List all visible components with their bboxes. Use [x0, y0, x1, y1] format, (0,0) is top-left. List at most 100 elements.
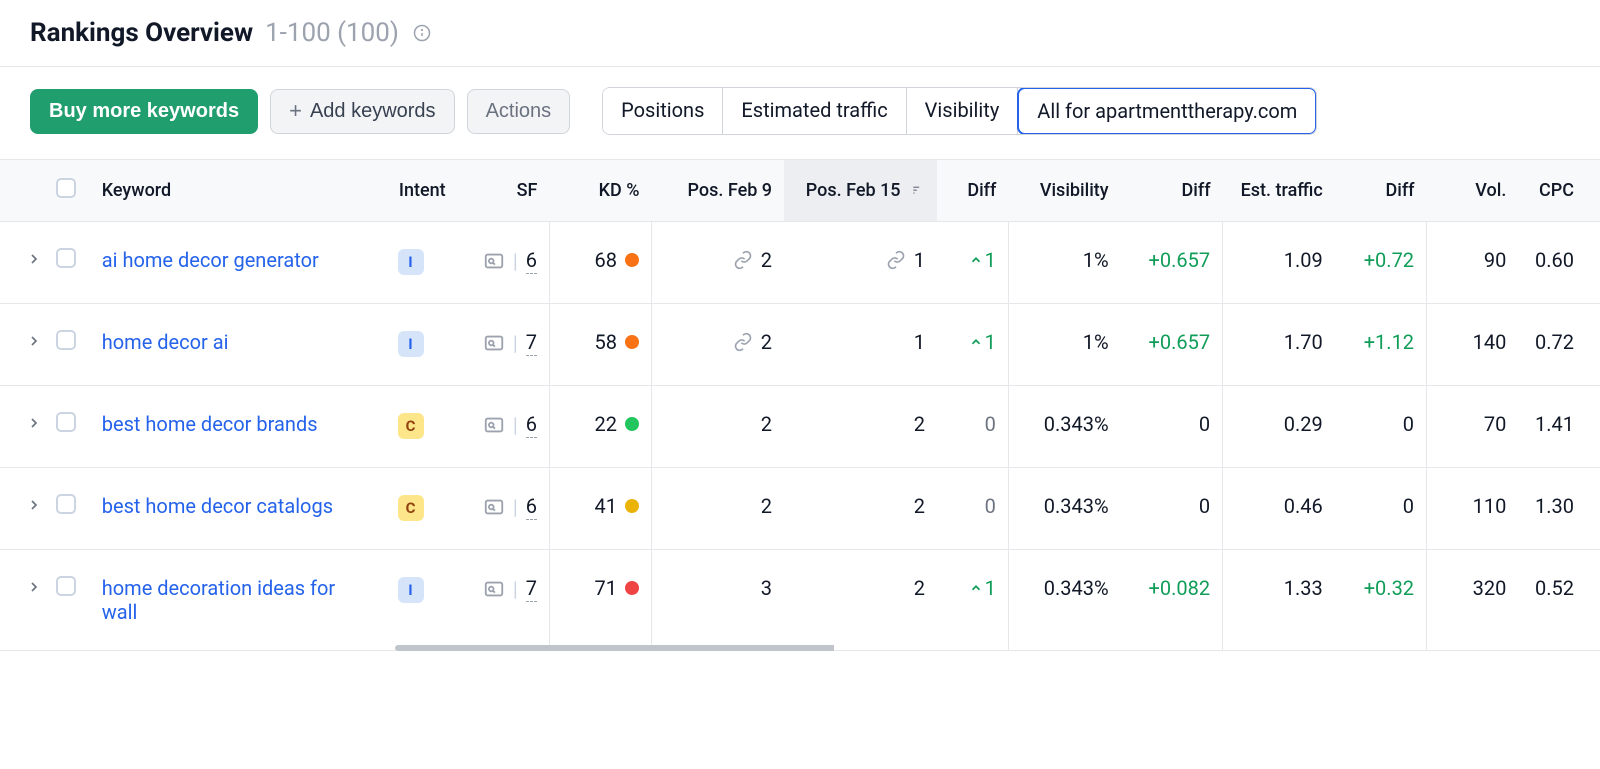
tab-positions[interactable]: Positions [603, 88, 723, 134]
table-header-row: Keyword Intent SF KD % Pos. Feb 9 Pos. F… [0, 160, 1600, 222]
cpc-value: 1.41 [1518, 386, 1600, 468]
volume-value: 70 [1427, 386, 1519, 468]
keyword-link[interactable]: home decoration ideas for wall [102, 576, 362, 624]
row-checkbox[interactable] [56, 494, 76, 514]
col-select-all [43, 160, 90, 222]
serp-features[interactable]: |7 [483, 330, 537, 356]
col-sf[interactable]: SF [458, 160, 550, 222]
visibility-value: 0.343% [1008, 468, 1120, 550]
kd-dot-icon [625, 499, 639, 513]
col-diff-pos[interactable]: Diff [937, 160, 1008, 222]
visibility-diff: 0 [1121, 468, 1223, 550]
traffic-value: 1.33 [1223, 550, 1335, 651]
sf-count: 6 [526, 248, 537, 274]
link-icon [733, 332, 753, 352]
info-icon[interactable] [413, 24, 431, 42]
col-pos-feb-15[interactable]: Pos. Feb 15 [784, 160, 937, 222]
kd-dot-icon [625, 417, 639, 431]
serp-features[interactable]: |6 [483, 494, 537, 520]
col-diff-vis[interactable]: Diff [1121, 160, 1223, 222]
col-expand [0, 160, 43, 222]
pos-feb-9-value: 2 [761, 494, 772, 518]
kd-value: 68 [594, 248, 638, 272]
visibility-value: 1% [1008, 304, 1120, 386]
intent-badge: C [398, 413, 424, 439]
pos-feb-9-value: 3 [761, 576, 772, 600]
buy-more-keywords-button[interactable]: Buy more keywords [30, 89, 258, 134]
col-pos-feb-9[interactable]: Pos. Feb 9 [651, 160, 784, 222]
serp-preview-icon [483, 578, 505, 600]
row-checkbox[interactable] [56, 576, 76, 596]
serp-preview-icon [483, 414, 505, 436]
col-pos-feb-15-label: Pos. Feb 15 [806, 180, 901, 201]
keyword-link[interactable]: best home decor catalogs [102, 494, 333, 518]
traffic-value: 0.29 [1223, 386, 1335, 468]
kd-dot-icon [625, 253, 639, 267]
expand-row-icon[interactable] [26, 415, 42, 431]
traffic-diff: +1.12 [1335, 304, 1427, 386]
expand-row-icon[interactable] [26, 251, 42, 267]
keyword-link[interactable]: best home decor brands [102, 412, 318, 436]
cpc-value: 1.30 [1518, 468, 1600, 550]
traffic-diff: 0 [1335, 468, 1427, 550]
toolbar: Buy more keywords + Add keywords Actions… [0, 67, 1600, 159]
pos-feb-15-value: 2 [914, 576, 925, 600]
row-checkbox[interactable] [56, 412, 76, 432]
serp-features[interactable]: |6 [483, 248, 537, 274]
traffic-value: 1.70 [1223, 304, 1335, 386]
tab-visibility[interactable]: Visibility [907, 88, 1019, 134]
col-volume[interactable]: Vol. [1427, 160, 1519, 222]
volume-value: 140 [1427, 304, 1519, 386]
table-row: ai home decor generatorI|668 2 111%+0.65… [0, 222, 1600, 304]
col-est-traffic[interactable]: Est. traffic [1223, 160, 1335, 222]
traffic-diff: +0.72 [1335, 222, 1427, 304]
keyword-link[interactable]: home decor ai [102, 330, 229, 354]
kd-dot-icon [625, 581, 639, 595]
sf-count: 7 [526, 576, 537, 602]
visibility-diff: +0.082 [1121, 550, 1223, 651]
select-all-checkbox[interactable] [56, 178, 76, 198]
pos-feb-15-value: 2 [914, 412, 925, 436]
view-segmented-control: Positions Estimated traffic Visibility A… [602, 87, 1317, 135]
row-checkbox[interactable] [56, 330, 76, 350]
kd-value: 22 [594, 412, 638, 436]
serp-preview-icon [483, 496, 505, 518]
diff-value: 0 [985, 494, 996, 518]
serp-features[interactable]: |6 [483, 412, 537, 438]
visibility-diff: +0.657 [1121, 222, 1223, 304]
row-checkbox[interactable] [56, 248, 76, 268]
sf-count: 6 [526, 494, 537, 520]
expand-row-icon[interactable] [26, 333, 42, 349]
col-kd[interactable]: KD % [549, 160, 651, 222]
col-visibility[interactable]: Visibility [1008, 160, 1120, 222]
add-keywords-button[interactable]: + Add keywords [270, 89, 454, 134]
rankings-table: Keyword Intent SF KD % Pos. Feb 9 Pos. F… [0, 159, 1600, 651]
traffic-diff: +0.32 [1335, 550, 1427, 651]
sf-count: 6 [526, 412, 537, 438]
pos-feb-9-value: 2 [733, 248, 772, 272]
actions-button[interactable]: Actions [467, 89, 571, 134]
expand-row-icon[interactable] [26, 579, 42, 595]
expand-row-icon[interactable] [26, 497, 42, 513]
keyword-link[interactable]: ai home decor generator [102, 248, 319, 272]
col-cpc[interactable]: CPC [1518, 160, 1600, 222]
visibility-diff: 0 [1121, 386, 1223, 468]
table-row: best home decor brandsC|622 2 200.343%00… [0, 386, 1600, 468]
intent-badge: I [398, 577, 424, 603]
kd-dot-icon [625, 335, 639, 349]
col-intent[interactable]: Intent [386, 160, 458, 222]
visibility-value: 1% [1008, 222, 1120, 304]
diff-value: 0 [985, 412, 996, 436]
sf-count: 7 [526, 330, 537, 356]
header-bar: Rankings Overview 1-100 (100) [0, 0, 1600, 67]
col-diff-traffic[interactable]: Diff [1335, 160, 1427, 222]
visibility-value: 0.343% [1008, 550, 1120, 651]
pos-feb-9-value: 2 [761, 412, 772, 436]
serp-preview-icon [483, 250, 505, 272]
horizontal-scroll-indicator[interactable] [395, 645, 1060, 651]
serp-features[interactable]: |7 [483, 576, 537, 602]
tab-estimated-traffic[interactable]: Estimated traffic [723, 88, 906, 134]
col-keyword[interactable]: Keyword [90, 160, 386, 222]
table-row: best home decor catalogsC|641 2 200.343%… [0, 468, 1600, 550]
tab-all-for-domain[interactable]: All for apartmenttherapy.com [1017, 87, 1317, 135]
